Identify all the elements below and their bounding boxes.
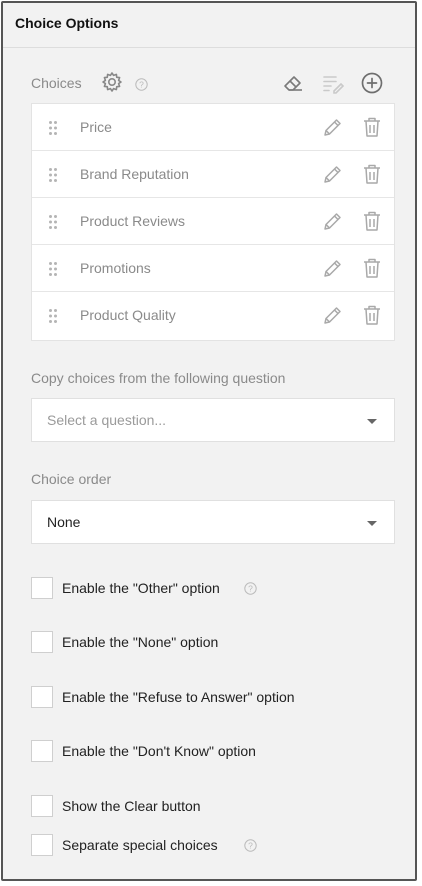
- enable-none-checkbox[interactable]: [31, 631, 53, 653]
- pencil-icon[interactable]: [320, 163, 344, 187]
- drag-handle-icon[interactable]: [48, 261, 58, 277]
- choice-options-panel: Choice Options Choices ? Price Brand Rep…: [1, 1, 417, 881]
- show-clear-button-label: Show the Clear button: [62, 798, 201, 814]
- pencil-icon[interactable]: [320, 257, 344, 281]
- enable-dont-know-label: Enable the "Don't Know" option: [62, 743, 256, 759]
- choice-label: Product Reviews: [80, 213, 186, 229]
- pencil-icon[interactable]: [320, 210, 344, 234]
- copy-choices-select[interactable]: Select a question...: [31, 398, 395, 442]
- enable-other-label: Enable the "Other" option: [62, 580, 220, 596]
- drag-handle-icon[interactable]: [48, 214, 58, 230]
- choice-row[interactable]: Brand Reputation: [32, 151, 394, 198]
- choice-label: Brand Reputation: [80, 166, 189, 182]
- svg-text:?: ?: [248, 584, 253, 594]
- help-circle-icon[interactable]: ?: [244, 582, 257, 595]
- caret-down-icon: [367, 521, 377, 526]
- separate-special-choices-label: Separate special choices: [62, 837, 218, 853]
- enable-refuse-label: Enable the "Refuse to Answer" option: [62, 689, 295, 705]
- enable-none-label: Enable the "None" option: [62, 634, 219, 650]
- choice-label: Promotions: [80, 260, 151, 276]
- choice-order-label: Choice order: [31, 471, 112, 487]
- choice-row[interactable]: Product Quality: [32, 292, 394, 339]
- eraser-icon[interactable]: [281, 71, 305, 95]
- caret-down-icon: [367, 419, 377, 424]
- choice-label: Price: [80, 119, 112, 135]
- trash-icon[interactable]: [360, 256, 384, 280]
- trash-icon[interactable]: [360, 115, 384, 139]
- enable-refuse-checkbox[interactable]: [31, 686, 53, 708]
- gear-icon[interactable]: [101, 71, 123, 93]
- choice-row[interactable]: Price: [32, 104, 394, 151]
- plus-circle-icon[interactable]: [360, 71, 384, 95]
- show-clear-button-checkbox[interactable]: [31, 795, 53, 817]
- svg-text:?: ?: [248, 841, 253, 851]
- drag-handle-icon[interactable]: [48, 167, 58, 183]
- choices-label: Choices: [31, 75, 82, 91]
- pencil-icon[interactable]: [320, 304, 344, 328]
- enable-dont-know-checkbox[interactable]: [31, 740, 53, 762]
- trash-icon[interactable]: [360, 162, 384, 186]
- drag-handle-icon[interactable]: [48, 308, 58, 324]
- choice-list: Price Brand Reputation Product Reviews P…: [31, 103, 395, 341]
- pencil-icon[interactable]: [320, 116, 344, 140]
- separate-special-choices-checkbox[interactable]: [31, 834, 53, 856]
- trash-icon[interactable]: [360, 303, 384, 327]
- svg-text:?: ?: [139, 80, 144, 90]
- choice-row[interactable]: Promotions: [32, 245, 394, 292]
- drag-handle-icon[interactable]: [48, 120, 58, 136]
- choice-order-select[interactable]: None: [31, 500, 395, 544]
- panel-title: Choice Options: [15, 15, 119, 31]
- trash-icon[interactable]: [360, 209, 384, 233]
- choice-order-value: None: [47, 514, 81, 530]
- list-edit-icon[interactable]: [321, 71, 345, 95]
- enable-other-checkbox[interactable]: [31, 577, 53, 599]
- help-circle-icon[interactable]: ?: [135, 78, 148, 91]
- help-circle-icon[interactable]: ?: [244, 839, 257, 852]
- panel-header: Choice Options: [3, 3, 415, 48]
- choice-row[interactable]: Product Reviews: [32, 198, 394, 245]
- choice-label: Product Quality: [80, 307, 176, 323]
- copy-choices-label: Copy choices from the following question: [31, 370, 286, 386]
- copy-choices-placeholder: Select a question...: [47, 412, 167, 428]
